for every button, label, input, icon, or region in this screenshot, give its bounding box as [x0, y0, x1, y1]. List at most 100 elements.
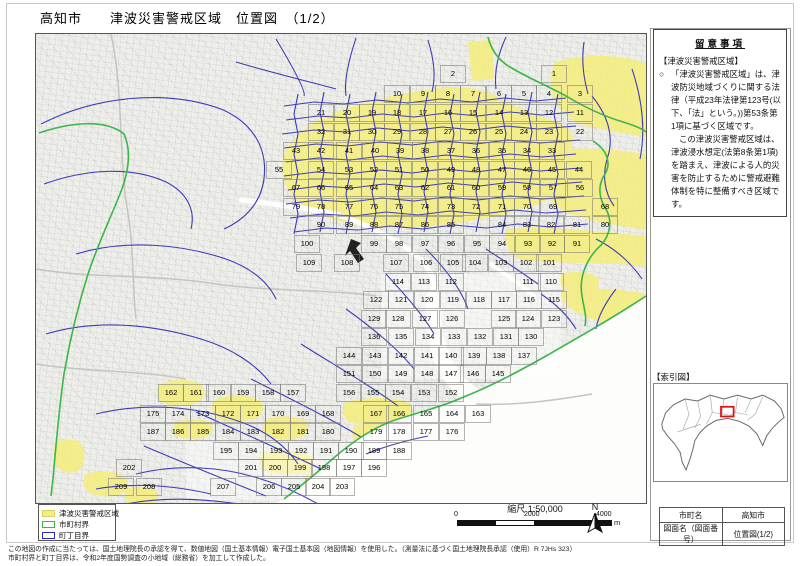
- grid-cell-7: 7: [460, 85, 486, 103]
- grid-cell-20: 20: [334, 104, 360, 122]
- index-map-graphics: [661, 394, 785, 472]
- grid-cell-117: 117: [491, 291, 517, 309]
- grid-cell-83: 83: [514, 216, 540, 234]
- grid-cell-145: 145: [485, 365, 511, 383]
- grid-cell-21: 21: [308, 104, 334, 122]
- grid-cell-122: 122: [363, 291, 389, 309]
- grid-cell-63: 63: [386, 179, 412, 197]
- warning-area-swatch-icon: [42, 509, 55, 517]
- grid-cell-25: 25: [486, 123, 512, 141]
- grid-cell-203: 203: [329, 478, 355, 496]
- grid-cell-191: 191: [313, 442, 339, 460]
- grid-cell-204: 204: [305, 478, 331, 496]
- grid-cell-77: 77: [336, 198, 362, 216]
- legend: 津波災害警戒区域 市町村界 町丁目界: [38, 504, 119, 541]
- grid-cell-156: 156: [336, 384, 362, 402]
- legend-item-municipal-boundary: 市町村界: [42, 519, 112, 529]
- grid-cell-66: 66: [308, 179, 334, 197]
- grid-cell-157: 157: [280, 384, 306, 402]
- grid-cell-192: 192: [288, 442, 314, 460]
- grid-cell-123: 123: [541, 310, 567, 328]
- grid-cell-14: 14: [486, 104, 512, 122]
- grid-cell-198: 198: [311, 459, 337, 477]
- north-label: N: [591, 502, 599, 512]
- page-title: 高知市 津波災害警戒区域 位置図 （1/2）: [40, 11, 335, 26]
- footer-note-2: 市町村界と町丁目界は、令和2年度国勢調査の小地域（総務省）を加工して作成した。: [8, 555, 270, 562]
- grid-cell-35: 35: [489, 142, 515, 160]
- grid-cell-164: 164: [439, 405, 465, 423]
- grid-cell-199: 199: [287, 459, 313, 477]
- legend-label: 町丁目界: [59, 530, 89, 540]
- grid-cell-193: 193: [263, 442, 289, 460]
- grid-cell-46: 46: [514, 161, 540, 179]
- grid-cell-154: 154: [385, 384, 411, 402]
- notes-paragraph-1: ○ 「津波災害警戒区域」は、津波防災地域づくりに関する法律（平成23年法律第12…: [659, 68, 781, 133]
- grid-cell-1: 1: [541, 65, 567, 83]
- grid-cell-65: 65: [336, 179, 362, 197]
- grid-cell-64: 64: [361, 179, 387, 197]
- grid-cell-208: 208: [136, 478, 162, 496]
- grid-cell-70: 70: [514, 198, 540, 216]
- grid-cell-108: 108: [334, 254, 360, 272]
- grid-cell-172: 172: [215, 405, 241, 423]
- grid-cell-158: 158: [255, 384, 281, 402]
- grid-cell-99: 99: [361, 235, 387, 253]
- grid-cell-98: 98: [386, 235, 412, 253]
- grid-cell-207: 207: [210, 478, 236, 496]
- grid-cell-184: 184: [215, 423, 241, 441]
- grid-cell-109: 109: [296, 254, 322, 272]
- sheet-info-table: 市町名 高知市 図面名（図面番号） 位置図(1/2): [659, 507, 785, 546]
- grid-cell-61: 61: [438, 179, 464, 197]
- grid-cell-175: 175: [140, 405, 166, 423]
- grid-cell-136: 136: [361, 328, 387, 346]
- grid-cell-206: 206: [256, 478, 282, 496]
- legend-label: 市町村界: [59, 519, 89, 529]
- grid-cell-91: 91: [564, 235, 590, 253]
- grid-cell-152: 152: [438, 384, 464, 402]
- grid-cell-56: 56: [567, 179, 593, 197]
- grid-cell-87: 87: [386, 216, 412, 234]
- grid-cell-131: 131: [493, 328, 519, 346]
- grid-cell-50: 50: [412, 161, 438, 179]
- grid-cell-141: 141: [414, 347, 440, 365]
- grid-cell-12: 12: [536, 104, 562, 122]
- circle-bullet-icon: ○: [659, 69, 665, 79]
- grid-cell-6: 6: [486, 85, 512, 103]
- grid-cell-150: 150: [362, 365, 388, 383]
- grid-cell-62: 62: [412, 179, 438, 197]
- grid-cell-97: 97: [412, 235, 438, 253]
- grid-cell-86: 86: [412, 216, 438, 234]
- grid-cell-74: 74: [412, 198, 438, 216]
- grid-cell-137: 137: [511, 347, 537, 365]
- grid-cell-166: 166: [386, 405, 412, 423]
- grid-cell-89: 89: [336, 216, 362, 234]
- grid-cell-73: 73: [438, 198, 464, 216]
- scale-tick-2000: 2000: [524, 511, 540, 518]
- grid-cell-126: 126: [439, 310, 465, 328]
- grid-cell-96: 96: [438, 235, 464, 253]
- grid-cell-4: 4: [536, 85, 562, 103]
- grid-cell-59: 59: [489, 179, 515, 197]
- grid-cell-187: 187: [140, 423, 166, 441]
- grid-cell-138: 138: [486, 347, 512, 365]
- grid-cell-40: 40: [362, 142, 388, 160]
- district-boundary-swatch-icon: [42, 531, 55, 539]
- grid-cell-55: 55: [266, 161, 292, 179]
- grid-cell-29: 29: [384, 123, 410, 141]
- grid-cell-19: 19: [359, 104, 385, 122]
- grid-cell-84: 84: [489, 216, 515, 234]
- scale-bar-segment: [496, 521, 534, 525]
- grid-cell-209: 209: [108, 478, 134, 496]
- grid-cell-48: 48: [463, 161, 489, 179]
- grid-cell-174: 174: [165, 405, 191, 423]
- grid-cell-169: 169: [290, 405, 316, 423]
- grid-cell-134: 134: [415, 328, 441, 346]
- grid-cell-149: 149: [388, 365, 414, 383]
- grid-cell-72: 72: [463, 198, 489, 216]
- map-sheet-grid: 2 1 10 9 8 7 6 5 4 3 21 20 19 18 17 16 15 14 13 12 11 32 31 30 2…: [36, 34, 646, 503]
- notes-paragraph-2: この津波災害警戒区域は、津波浸水想定(法第8条第1項)を踏まえ、津波による人的災…: [671, 134, 780, 210]
- notes-box: 留意事項 【津波災害警戒区域】 ○ 「津波災害警戒区域」は、津波防災地域づくりに…: [653, 29, 787, 217]
- grid-cell-177: 177: [413, 423, 439, 441]
- grid-cell-26: 26: [460, 123, 486, 141]
- grid-cell-195: 195: [213, 442, 239, 460]
